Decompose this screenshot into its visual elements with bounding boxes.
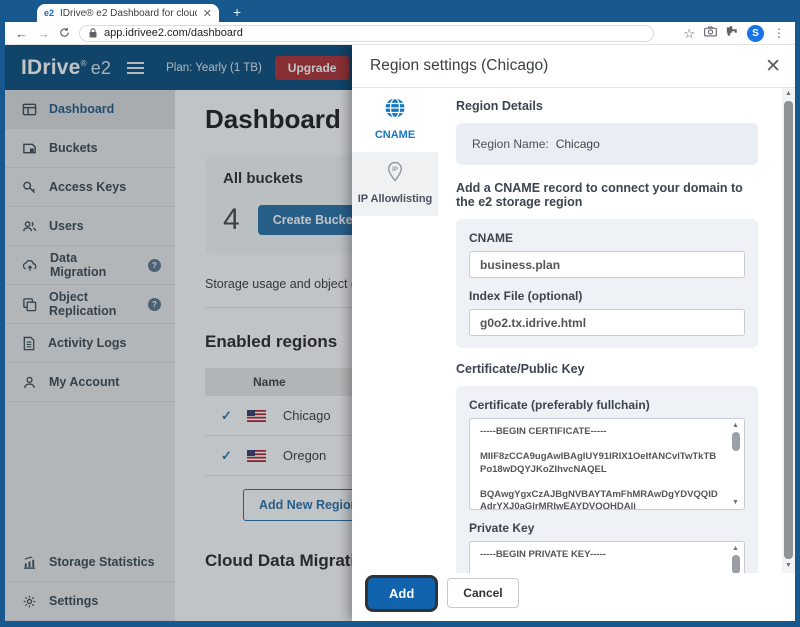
certificate-group: Certificate (preferably fullchain) -----… — [456, 386, 758, 573]
tab-label: CNAME — [354, 129, 436, 141]
textarea-scrollbar[interactable]: ▲▼ — [729, 421, 742, 507]
panel-tab-rail: CNAME IP IP Allowlisting — [352, 88, 438, 573]
extensions-puzzle-icon[interactable] — [726, 24, 738, 42]
address-bar[interactable]: app.idrivee2.com/dashboard — [79, 25, 654, 42]
close-icon[interactable]: ✕ — [765, 57, 781, 76]
region-settings-panel: Region settings (Chicago) ✕ CNAME IP IP … — [352, 45, 795, 621]
browser-toolbar: ← → app.idrivee2.com/dashboard ☆ S ⋮ — [5, 22, 795, 45]
tab-ip-allowlisting[interactable]: IP IP Allowlisting — [352, 152, 438, 216]
index-file-label: Index File (optional) — [469, 289, 745, 303]
scroll-down-icon[interactable]: ▼ — [732, 498, 739, 507]
app-viewport: IDrive®e2 Plan: Yearly (1 TB) Upgrade Da… — [5, 45, 795, 621]
panel-footer: Add Cancel — [352, 573, 795, 621]
private-key-textarea[interactable]: -----BEGIN PRIVATE KEY----- MIIJrTBXBgkq… — [469, 541, 745, 573]
scroll-up-icon[interactable]: ▲ — [785, 89, 792, 99]
https-lock-icon — [89, 28, 97, 38]
panel-scrollbar[interactable]: ▲ ▼ — [782, 88, 795, 573]
region-name-value: Chicago — [556, 137, 600, 151]
panel-title: Region settings (Chicago) — [370, 57, 548, 75]
cname-label: CNAME — [469, 231, 745, 245]
scroll-up-icon[interactable]: ▲ — [732, 421, 739, 430]
certificate-text: -----BEGIN CERTIFICATE----- MIIF8zCCA9ug… — [480, 426, 720, 510]
e2-favicon: e2 — [44, 8, 54, 18]
toolbar-right-icons: ☆ S ⋮ — [683, 24, 785, 42]
browser-tab[interactable]: e2 IDrive® e2 Dashboard for cloud s ✕ — [37, 4, 219, 22]
certificate-textarea[interactable]: -----BEGIN CERTIFICATE----- MIIF8zCCA9ug… — [469, 418, 745, 510]
panel-header: Region settings (Chicago) ✕ — [352, 45, 795, 88]
forward-icon[interactable]: → — [37, 27, 50, 40]
cancel-button[interactable]: Cancel — [447, 578, 518, 608]
certificate-section-heading: Certificate/Public Key — [456, 362, 758, 376]
globe-icon — [384, 97, 406, 119]
private-key-label: Private Key — [469, 521, 745, 535]
certificate-label: Certificate (preferably fullchain) — [469, 398, 745, 412]
scroll-thumb[interactable] — [732, 555, 740, 573]
ip-pin-icon: IP — [385, 161, 405, 183]
tab-title: IDrive® e2 Dashboard for cloud s — [60, 8, 197, 19]
tab-label: IP Allowlisting — [354, 193, 436, 205]
textarea-scrollbar[interactable]: ▲▼ — [729, 544, 742, 573]
browser-window: e2 IDrive® e2 Dashboard for cloud s ✕ + … — [0, 0, 800, 627]
tab-close-icon[interactable]: ✕ — [203, 7, 212, 20]
browser-menu-icon[interactable]: ⋮ — [773, 26, 785, 40]
profile-avatar[interactable]: S — [747, 25, 764, 42]
camera-icon[interactable] — [704, 24, 717, 42]
private-key-text: -----BEGIN PRIVATE KEY----- MIIJrTBXBgkq… — [480, 549, 720, 573]
panel-body: CNAME IP IP Allowlisting Region Details … — [352, 88, 795, 573]
new-tab-icon[interactable]: + — [233, 4, 241, 20]
region-details-heading: Region Details — [456, 99, 758, 113]
region-name-box: Region Name: Chicago — [456, 123, 758, 165]
region-name-label: Region Name: — [472, 137, 549, 151]
panel-content: Region Details Region Name: Chicago Add a… — [438, 88, 795, 573]
scroll-up-icon[interactable]: ▲ — [732, 544, 739, 553]
cname-section-heading: Add a CNAME record to connect your domai… — [456, 181, 758, 209]
scroll-down-icon[interactable]: ▼ — [785, 561, 792, 571]
scroll-thumb[interactable] — [732, 432, 740, 451]
cname-input[interactable]: business.plan — [469, 251, 745, 278]
url-text: app.idrivee2.com/dashboard — [104, 27, 243, 39]
tab-cname[interactable]: CNAME — [352, 88, 438, 152]
reload-icon[interactable] — [59, 27, 70, 40]
svg-text:IP: IP — [392, 167, 398, 173]
tab-strip: e2 IDrive® e2 Dashboard for cloud s ✕ + — [5, 0, 795, 22]
back-icon[interactable]: ← — [15, 27, 28, 40]
add-button[interactable]: Add — [368, 578, 435, 609]
cname-group: CNAME business.plan Index File (optional… — [456, 219, 758, 348]
scroll-thumb[interactable] — [784, 101, 793, 559]
index-file-input[interactable]: g0o2.tx.idrive.html — [469, 309, 745, 336]
bookmark-star-icon[interactable]: ☆ — [683, 27, 695, 40]
